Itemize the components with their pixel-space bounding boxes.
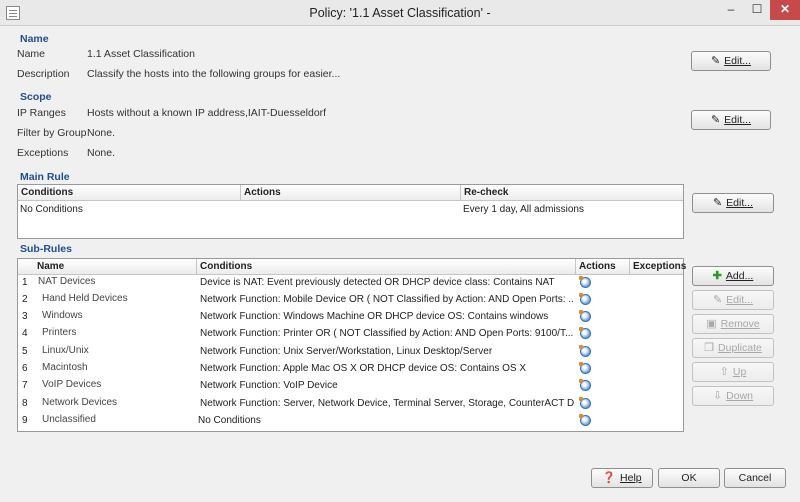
action-icon[interactable] [579,327,591,339]
name-value: 1.1 Asset Classification [87,48,195,60]
sub-rule-name[interactable]: Windows [42,310,83,321]
ok-button[interactable]: OK [658,468,720,488]
column-divider[interactable] [240,185,241,201]
row-number: 2 [22,294,28,305]
column-header-actions[interactable]: Actions [579,261,616,272]
sub-rules-section-title: Sub-Rules [20,243,72,255]
ip-ranges-label: IP Ranges [17,107,66,119]
column-header-conditions[interactable]: Conditions [200,261,252,272]
help-button[interactable]: ❓ Help [591,468,653,488]
sub-rule-conditions[interactable]: Network Function: VoIP Device [200,380,574,391]
action-icon[interactable] [579,310,591,322]
close-button[interactable]: ✕ [770,0,800,20]
filter-by-group-value: None. [87,127,116,139]
row-number: 3 [22,311,28,322]
column-divider[interactable] [460,185,461,201]
action-icon[interactable] [579,379,591,391]
scope-edit-button[interactable]: ✎ Edit... [691,110,771,130]
row-number: 6 [22,363,28,374]
sub-rule-conditions[interactable]: Network Function: Mobile Device OR ( NOT… [200,294,574,305]
column-header-recheck[interactable]: Re-check [464,187,508,198]
sub-rule-conditions[interactable]: Network Function: Server, Network Device… [200,398,574,409]
sub-rule-name[interactable]: Network Devices [42,397,117,408]
sub-rule-conditions[interactable]: Network Function: Windows Machine OR DHC… [200,311,574,322]
main-rule-table-header: Conditions Actions Re-check [18,185,683,201]
pencil-icon: ✎ [712,196,723,209]
main-rule-conditions[interactable]: No Conditions [20,204,83,215]
exceptions-value: None. [87,147,116,159]
description-label: Description [17,68,70,80]
row-number: 7 [22,380,28,391]
exceptions-label: Exceptions [17,147,69,159]
column-header-name[interactable]: Name [37,261,64,272]
move-up-button[interactable]: ⇧ Up [692,362,774,382]
filter-by-group-label: Filter by Group [17,127,87,139]
row-number: 8 [22,398,28,409]
sub-rule-conditions[interactable]: No Conditions [198,415,572,426]
main-rule-table: Conditions Actions Re-check No Condition… [17,184,684,239]
minimize-button[interactable]: – [718,0,744,20]
sub-rule-name[interactable]: VoIP Devices [42,379,101,390]
add-sub-rule-button[interactable]: ✚ Add... [692,266,774,286]
title-bar: Policy: '1.1 Asset Classification' - – ☐… [0,0,800,26]
duplicate-sub-rule-button[interactable]: ❐ Duplicate [692,338,774,358]
sub-rule-name[interactable]: Hand Held Devices [42,293,128,304]
window-title: Policy: '1.1 Asset Classification' - [309,6,491,20]
sub-rule-name[interactable]: Linux/Unix [42,345,89,356]
action-icon[interactable] [579,276,591,288]
duplicate-icon: ❐ [704,341,715,354]
trash-icon: ▣ [706,317,717,330]
action-icon[interactable] [579,362,591,374]
pencil-icon: ✎ [710,113,721,126]
column-divider[interactable] [575,259,576,275]
main-rule-edit-button[interactable]: ✎ Edit... [692,193,774,213]
name-label: Name [17,48,46,60]
main-rule-recheck[interactable]: Every 1 day, All admissions [463,204,584,215]
sub-rule-conditions[interactable]: Network Function: Apple Mac OS X OR DHCP… [200,363,574,374]
sub-rule-conditions[interactable]: Network Function: Printer OR ( NOT Class… [200,328,574,339]
column-header-exceptions[interactable]: Exceptions [633,261,686,272]
sub-rule-conditions[interactable]: Device is NAT: Event previously detected… [200,277,574,288]
column-divider[interactable] [629,259,630,275]
row-number: 1 [22,277,28,288]
arrow-up-icon: ⇧ [719,365,729,378]
sub-rule-conditions[interactable]: Network Function: Unix Server/Workstatio… [200,346,574,357]
sub-rule-name[interactable]: NAT Devices [38,276,95,287]
action-icon[interactable] [579,293,591,305]
row-number: 4 [22,328,28,339]
main-rule-section-title: Main Rule [20,171,70,183]
column-divider[interactable] [196,259,197,275]
name-section-title: Name [20,33,49,45]
sub-rule-name[interactable]: Printers [42,327,76,338]
plus-icon: ✚ [712,269,722,282]
pencil-icon: ✎ [710,54,721,67]
sub-rule-name[interactable]: Macintosh [42,362,88,373]
row-number: 9 [22,415,28,426]
sub-rules-table: Name Conditions Actions Exceptions 1 NAT… [17,258,686,432]
description-value: Classify the hosts into the following gr… [87,68,341,80]
edit-sub-rule-button[interactable]: ✎ Edit... [692,290,774,310]
name-edit-button[interactable]: ✎ Edit... [691,51,771,71]
row-number: 5 [22,346,28,357]
action-icon[interactable] [579,345,591,357]
pencil-icon: ✎ [712,293,723,306]
arrow-down-icon: ⇩ [712,389,723,402]
sub-rule-name[interactable]: Unclassified [42,414,96,425]
help-icon: ❓ [602,471,617,484]
move-down-button[interactable]: ⇩ Down [692,386,774,406]
column-header-actions[interactable]: Actions [244,187,281,198]
remove-sub-rule-button[interactable]: ▣ Remove [692,314,774,334]
ip-ranges-value: Hosts without a known IP address,IAIT-Du… [87,107,327,119]
action-icon[interactable] [579,414,591,426]
action-icon[interactable] [579,397,591,409]
maximize-button[interactable]: ☐ [744,0,770,20]
sub-rules-table-header: Name Conditions Actions Exceptions [18,259,686,275]
column-header-conditions[interactable]: Conditions [21,187,73,198]
scope-section-title: Scope [20,91,52,103]
cancel-button[interactable]: Cancel [724,468,786,488]
